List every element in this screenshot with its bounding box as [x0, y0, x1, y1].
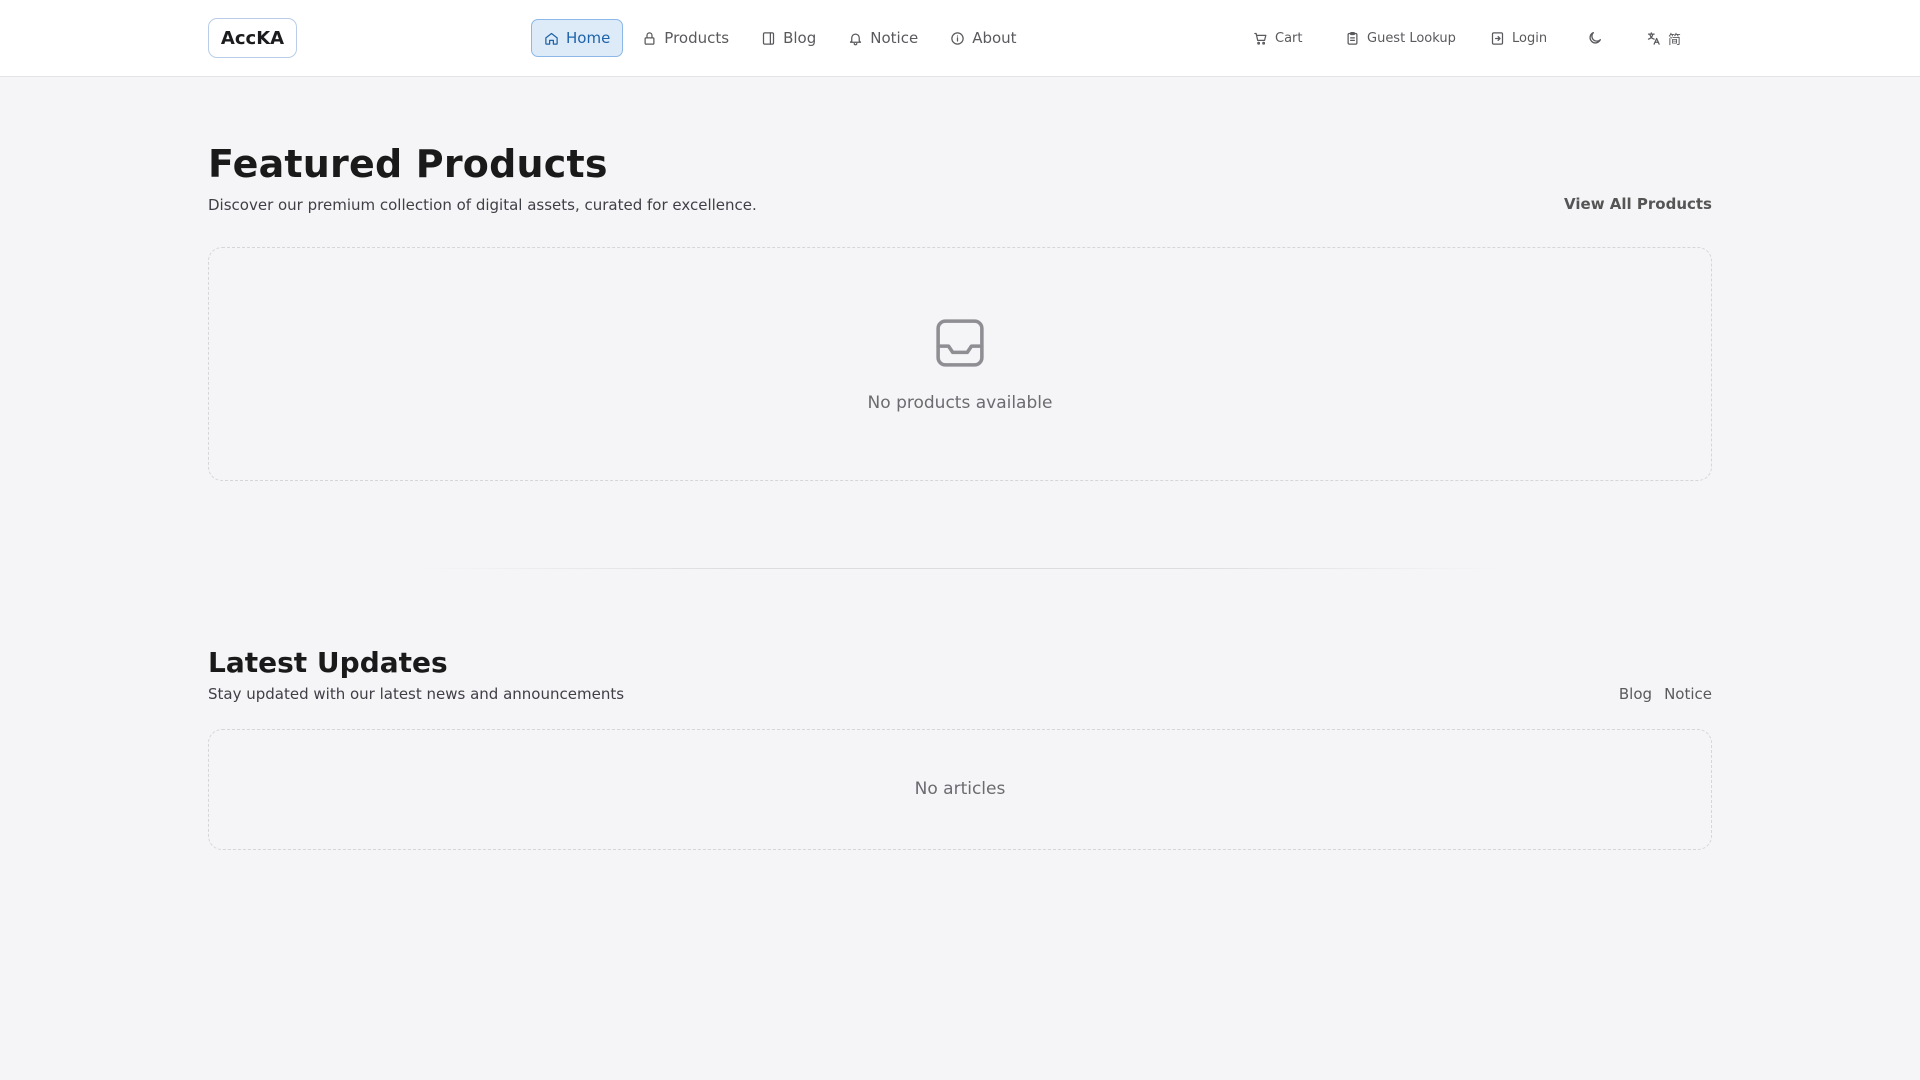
moon-icon: [1589, 31, 1601, 44]
nav-blog-label: Blog: [783, 29, 817, 47]
articles-empty-text: No articles: [914, 779, 1006, 799]
main-nav: Home Products Blog Notice About: [531, 19, 1030, 57]
home-icon: [545, 32, 558, 45]
book-icon: [762, 31, 775, 45]
nav-about-label: About: [972, 29, 1017, 47]
nav-about[interactable]: About: [937, 19, 1029, 57]
nav-notice[interactable]: Notice: [835, 19, 931, 57]
login-icon: [1491, 31, 1504, 45]
updates-subtitle: Stay updated with our latest news and an…: [208, 685, 625, 703]
view-all-products-link[interactable]: View All Products: [1564, 195, 1712, 213]
updates-links: Blog Notice: [1619, 685, 1712, 703]
top-header: AccKA Home Products Blog Notice About Ca…: [0, 0, 1920, 77]
theme-toggle[interactable]: [1587, 19, 1603, 57]
cart-icon: [1254, 32, 1267, 45]
section-divider: [420, 568, 1500, 569]
translate-icon: [1647, 31, 1660, 45]
bell-icon: [850, 33, 862, 45]
products-empty-text: No products available: [867, 393, 1053, 413]
language-switch[interactable]: 简: [1646, 19, 1681, 57]
articles-empty-state: No articles: [208, 729, 1712, 850]
nav-home-label: Home: [566, 29, 611, 47]
nav-blog[interactable]: Blog: [748, 19, 829, 57]
login-button[interactable]: Login: [1490, 19, 1547, 57]
cart-button[interactable]: Cart: [1253, 19, 1303, 57]
featured-title: Featured Products: [208, 142, 608, 186]
guest-lookup-button[interactable]: Guest Lookup: [1345, 19, 1456, 57]
cart-label: Cart: [1275, 30, 1303, 46]
inbox-icon: [936, 319, 984, 367]
updates-notice-link[interactable]: Notice: [1664, 685, 1712, 703]
nav-products-label: Products: [664, 29, 730, 47]
nav-home[interactable]: Home: [531, 19, 624, 57]
nav-notice-label: Notice: [870, 29, 919, 47]
lock-icon: [644, 31, 655, 45]
updates-title: Latest Updates: [208, 646, 448, 679]
clipboard-icon: [1347, 31, 1358, 45]
info-icon: [951, 31, 964, 45]
updates-blog-link[interactable]: Blog: [1619, 685, 1652, 703]
nav-products[interactable]: Products: [629, 19, 742, 57]
guest-lookup-label: Guest Lookup: [1367, 30, 1456, 46]
language-label: 简: [1668, 32, 1682, 48]
featured-subtitle: Discover our premium collection of digit…: [208, 196, 757, 214]
logo[interactable]: AccKA: [208, 18, 297, 58]
login-label: Login: [1512, 30, 1548, 46]
